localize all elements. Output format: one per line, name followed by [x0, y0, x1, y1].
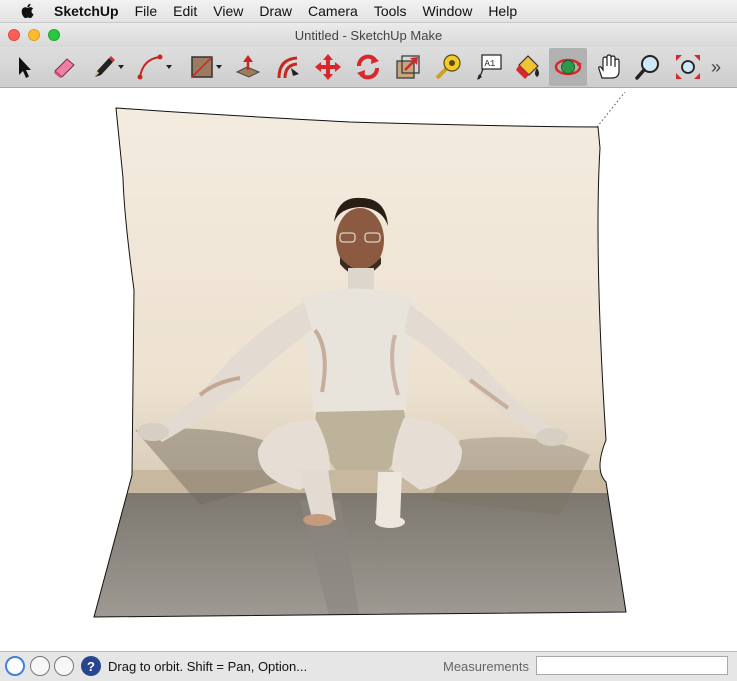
- zoom-extents-icon: [676, 55, 700, 79]
- pan-hand-icon: [598, 54, 620, 79]
- arc-icon: [137, 54, 172, 80]
- menu-window[interactable]: Window: [415, 0, 481, 22]
- main-toolbar: A1 »: [0, 47, 737, 88]
- user-account-icon[interactable]: [54, 656, 74, 676]
- credits-info-icon[interactable]: [30, 656, 50, 676]
- photo-texture: [94, 108, 626, 617]
- tape-measure-tool-button[interactable]: [429, 48, 467, 86]
- select-tool-button[interactable]: [5, 48, 43, 86]
- window-title-bar: Untitled - SketchUp Make: [0, 23, 737, 47]
- menu-view[interactable]: View: [205, 0, 251, 22]
- arc-tool-button[interactable]: [131, 48, 177, 86]
- menu-draw[interactable]: Draw: [251, 0, 300, 22]
- scale-icon: [396, 55, 420, 79]
- zoom-extents-tool-button[interactable]: [669, 48, 707, 86]
- pan-tool-button[interactable]: [589, 48, 627, 86]
- pencil-tool-button[interactable]: [85, 48, 129, 86]
- push-pull-tool-button[interactable]: [229, 48, 267, 86]
- drawing-canvas[interactable]: [0, 88, 737, 650]
- pencil-line-icon: [95, 56, 124, 77]
- rectangle-icon: [191, 56, 222, 78]
- menu-bar: SketchUp File Edit View Draw Camera Tool…: [0, 0, 737, 23]
- offset-tool-button[interactable]: [269, 48, 307, 86]
- status-message: Drag to orbit. Shift = Pan, Option...: [108, 659, 308, 674]
- measurements-label: Measurements: [443, 659, 529, 674]
- close-window-button[interactable]: [8, 29, 20, 41]
- zoom-tool-button[interactable]: [629, 48, 667, 86]
- push-pull-icon: [235, 55, 261, 78]
- menu-tools[interactable]: Tools: [366, 0, 415, 22]
- move-tool-button[interactable]: [309, 48, 347, 86]
- minimize-window-button[interactable]: [28, 29, 40, 41]
- menu-camera[interactable]: Camera: [300, 0, 366, 22]
- scale-tool-button[interactable]: [389, 48, 427, 86]
- apple-logo-icon[interactable]: [20, 3, 38, 19]
- paint-bucket-tool-button[interactable]: [509, 48, 547, 86]
- eraser-tool-button[interactable]: [45, 48, 83, 86]
- menu-help[interactable]: Help: [480, 0, 525, 22]
- text-tool-button[interactable]: A1: [469, 48, 507, 86]
- toolbar-overflow-button[interactable]: »: [711, 57, 721, 78]
- menu-app-name[interactable]: SketchUp: [54, 0, 127, 22]
- window-title: Untitled - SketchUp Make: [294, 27, 443, 43]
- model-viewport: [93, 91, 627, 618]
- svg-text:A1: A1: [485, 59, 496, 69]
- window-controls: [8, 29, 60, 41]
- move-icon: [315, 54, 341, 80]
- tape-measure-icon: [435, 54, 461, 80]
- eraser-icon: [54, 58, 75, 78]
- paint-bucket-icon: [516, 55, 539, 79]
- rotate-icon: [357, 54, 379, 80]
- offset-icon: [277, 56, 299, 79]
- rectangle-tool-button[interactable]: [183, 48, 227, 86]
- status-bar: ? Drag to orbit. Shift = Pan, Option... …: [0, 651, 737, 681]
- help-button[interactable]: ?: [81, 656, 101, 676]
- menu-edit[interactable]: Edit: [165, 0, 205, 22]
- orbit-tool-button[interactable]: [549, 48, 587, 86]
- measurements-input[interactable]: [536, 656, 728, 675]
- menu-file[interactable]: File: [127, 0, 166, 22]
- zoom-window-button[interactable]: [48, 29, 60, 41]
- select-arrow-icon: [19, 57, 31, 78]
- geolocation-pin-icon[interactable]: [5, 656, 25, 676]
- orbit-icon: [554, 58, 582, 76]
- text-label-icon: A1: [477, 54, 502, 80]
- zoom-magnifier-icon: [635, 55, 659, 80]
- rotate-tool-button[interactable]: [349, 48, 387, 86]
